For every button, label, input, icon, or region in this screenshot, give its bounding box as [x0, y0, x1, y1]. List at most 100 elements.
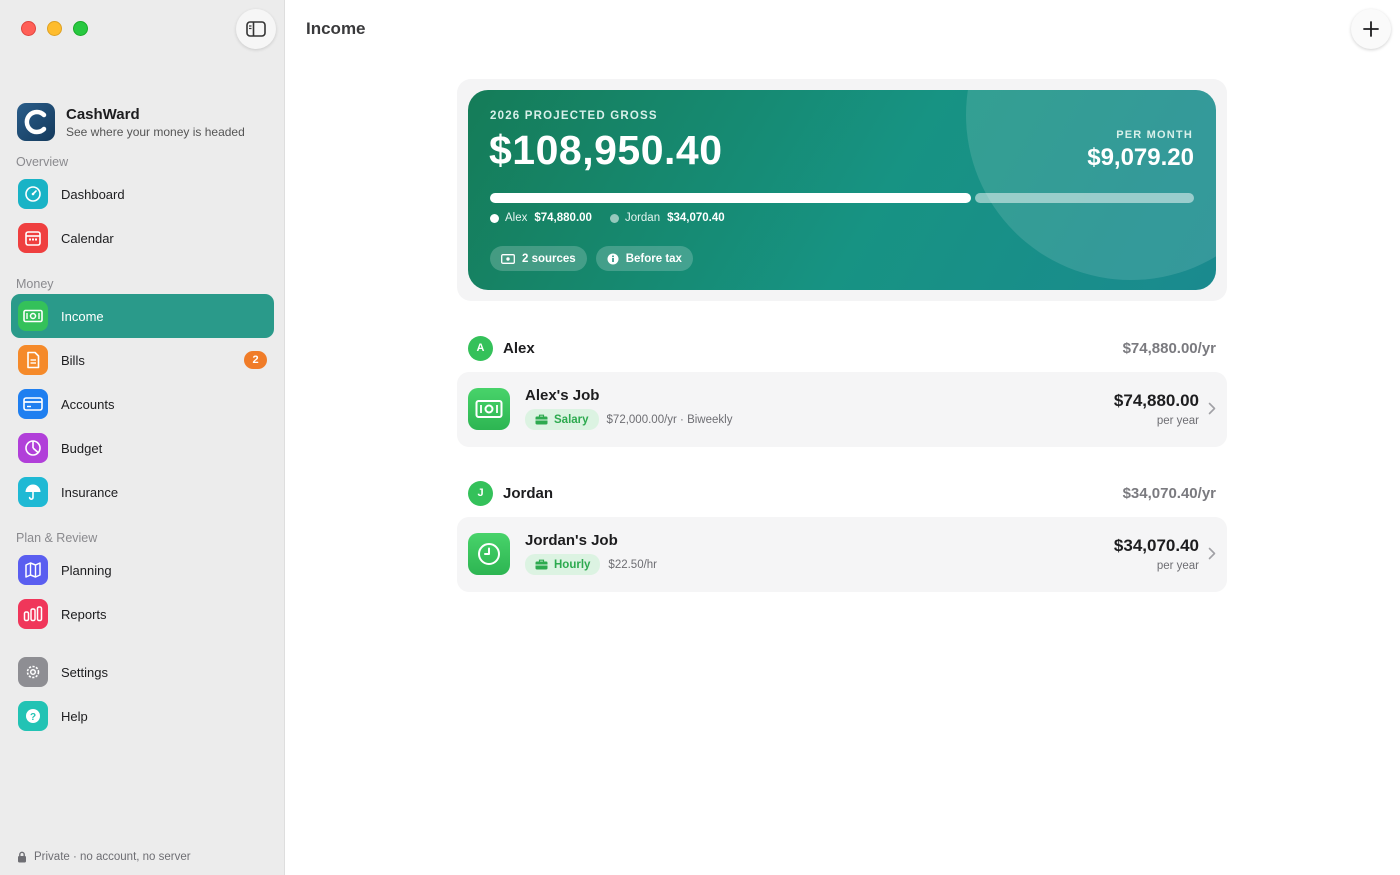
projected-gross-label: 2026 PROJECTED GROSS: [490, 110, 658, 122]
clock-icon: [468, 533, 510, 575]
gauge-icon: [18, 179, 48, 209]
privacy-note: Private · no account, no server: [17, 851, 191, 863]
banknote-icon: [468, 388, 510, 430]
sidebar-item-reports[interactable]: Reports: [11, 592, 274, 636]
plus-icon: [1363, 21, 1379, 37]
income-share-bar: [490, 193, 1194, 203]
sidebar-item-bills[interactable]: Bills 2: [11, 338, 274, 382]
sidebar-item-label: Reports: [61, 606, 107, 622]
chevron-right-icon: [1208, 547, 1216, 560]
summary-chips: 2 sources Before tax: [490, 246, 693, 271]
income-share-alex: [490, 193, 971, 203]
document-icon: [18, 345, 48, 375]
income-source-jordan-job[interactable]: Jordan's Job Hourly $22.50/hr $34,070.40…: [457, 517, 1227, 592]
job-title: Alex's Job: [525, 387, 600, 404]
legend-name-jordan: Jordan: [624, 212, 661, 224]
job-amount-period: per year: [1156, 560, 1199, 572]
person-name: Alex: [503, 339, 535, 357]
zoom-window-button[interactable]: [73, 21, 88, 36]
sidebar-item-settings[interactable]: Settings: [11, 650, 274, 694]
job-title: Jordan's Job: [525, 532, 618, 549]
sidebar-item-dashboard[interactable]: Dashboard: [11, 172, 274, 216]
income-source-alex-job[interactable]: Alex's Job Salary $72,000.00/yr · Biweek…: [457, 372, 1227, 447]
avatar: A: [468, 335, 493, 361]
before-tax-chip-label: Before tax: [625, 252, 682, 265]
app-tagline: See where your money is headed: [66, 124, 245, 139]
sidebar-item-label: Settings: [61, 664, 108, 680]
umbrella-icon: [18, 477, 48, 507]
sidebar-item-income[interactable]: Income: [11, 294, 274, 338]
pay-type-label: Salary: [554, 413, 589, 426]
legend-dot-jordan: [609, 213, 619, 223]
privacy-note-text: Private · no account, no server: [34, 851, 191, 863]
sources-chip-label: 2 sources: [522, 252, 576, 265]
sidebar-item-insurance[interactable]: Insurance: [11, 470, 274, 514]
sidebar-item-label: Insurance: [61, 484, 119, 500]
person-total: $74,880.00/yr: [1122, 339, 1216, 357]
app-name: CashWard: [66, 105, 140, 123]
sidebar-item-budget[interactable]: Budget: [11, 426, 274, 470]
income-share-jordan: [975, 193, 1194, 203]
person-name: Jordan: [503, 484, 554, 502]
sidebar-item-label: Accounts: [61, 396, 115, 412]
sidebar-item-help[interactable]: ? Help: [11, 694, 274, 738]
window-controls: [21, 21, 88, 36]
briefcase-icon: [535, 559, 548, 570]
lock-icon: [18, 851, 26, 863]
calendar-icon: [18, 223, 48, 253]
projected-gross-card: 2026 PROJECTED GROSS $108,950.40 PER MON…: [468, 90, 1216, 290]
brand: CashWard See where your money is headed: [17, 103, 245, 141]
banknote-icon: [18, 301, 48, 331]
sidebar-item-label: Bills: [61, 352, 85, 368]
sidebar-item-label: Dashboard: [61, 186, 125, 202]
question-icon: ?: [18, 701, 48, 731]
legend-value-alex: $74,880.00: [534, 212, 592, 224]
sidebar-item-label: Calendar: [61, 230, 114, 246]
person-header-jordan: J Jordan $34,070.40/yr: [468, 480, 1216, 506]
sidebar-item-calendar[interactable]: Calendar: [11, 216, 274, 260]
sidebar-item-label: Budget: [61, 440, 103, 456]
sidebar-item-label: Income: [61, 308, 104, 324]
sources-chip: 2 sources: [490, 246, 587, 271]
bills-count-badge: 2: [244, 351, 267, 369]
bar-chart-icon: [18, 599, 48, 629]
section-label-plan: Plan & Review: [16, 531, 98, 545]
legend-name-alex: Alex: [505, 212, 528, 224]
banknote-icon: [501, 253, 515, 264]
before-tax-chip: Before tax: [595, 246, 693, 271]
map-icon: [18, 555, 48, 585]
person-total: $34,070.40/yr: [1122, 484, 1216, 502]
sidebar-item-planning[interactable]: Planning: [11, 548, 274, 592]
sidebar: CashWard See where your money is headed …: [0, 0, 285, 875]
close-window-button[interactable]: [21, 21, 36, 36]
section-label-overview: Overview: [16, 155, 69, 169]
add-income-button[interactable]: [1351, 9, 1391, 49]
sidebar-item-accounts[interactable]: Accounts: [11, 382, 274, 426]
job-annual-amount: $34,070.40: [1113, 536, 1199, 555]
summary-card-container: 2026 PROJECTED GROSS $108,950.40 PER MON…: [457, 79, 1227, 301]
job-meta: Salary $72,000.00/yr · Biweekly: [525, 409, 732, 430]
minimize-window-button[interactable]: [47, 21, 62, 36]
gear-icon: [18, 657, 48, 687]
pay-detail: $72,000.00/yr · Biweekly: [606, 413, 733, 426]
card-icon: [18, 389, 48, 419]
page-title: Income: [306, 19, 366, 38]
section-label-money: Money: [16, 277, 54, 291]
job-meta: Hourly $22.50/hr: [525, 554, 657, 575]
cashward-logo-icon: [17, 103, 55, 141]
person-header-alex: A Alex $74,880.00/yr: [468, 335, 1216, 361]
pay-type-pill: Salary: [525, 409, 599, 430]
sidebar-toggle-icon: [246, 21, 266, 37]
pay-type-label: Hourly: [554, 558, 591, 571]
sidebar-toggle-button[interactable]: [236, 9, 276, 49]
avatar: J: [468, 480, 493, 506]
sidebar-item-label: Planning: [61, 562, 112, 578]
chevron-right-icon: [1208, 402, 1216, 415]
pay-detail: $22.50/hr: [608, 558, 658, 571]
pay-type-pill: Hourly: [525, 554, 601, 575]
sidebar-item-label: Help: [61, 708, 88, 724]
projected-gross-amount: $108,950.40: [489, 127, 723, 173]
job-annual-amount: $74,880.00: [1113, 391, 1199, 410]
per-month-label: PER MONTH: [1116, 129, 1193, 141]
job-amount-period: per year: [1156, 415, 1199, 427]
